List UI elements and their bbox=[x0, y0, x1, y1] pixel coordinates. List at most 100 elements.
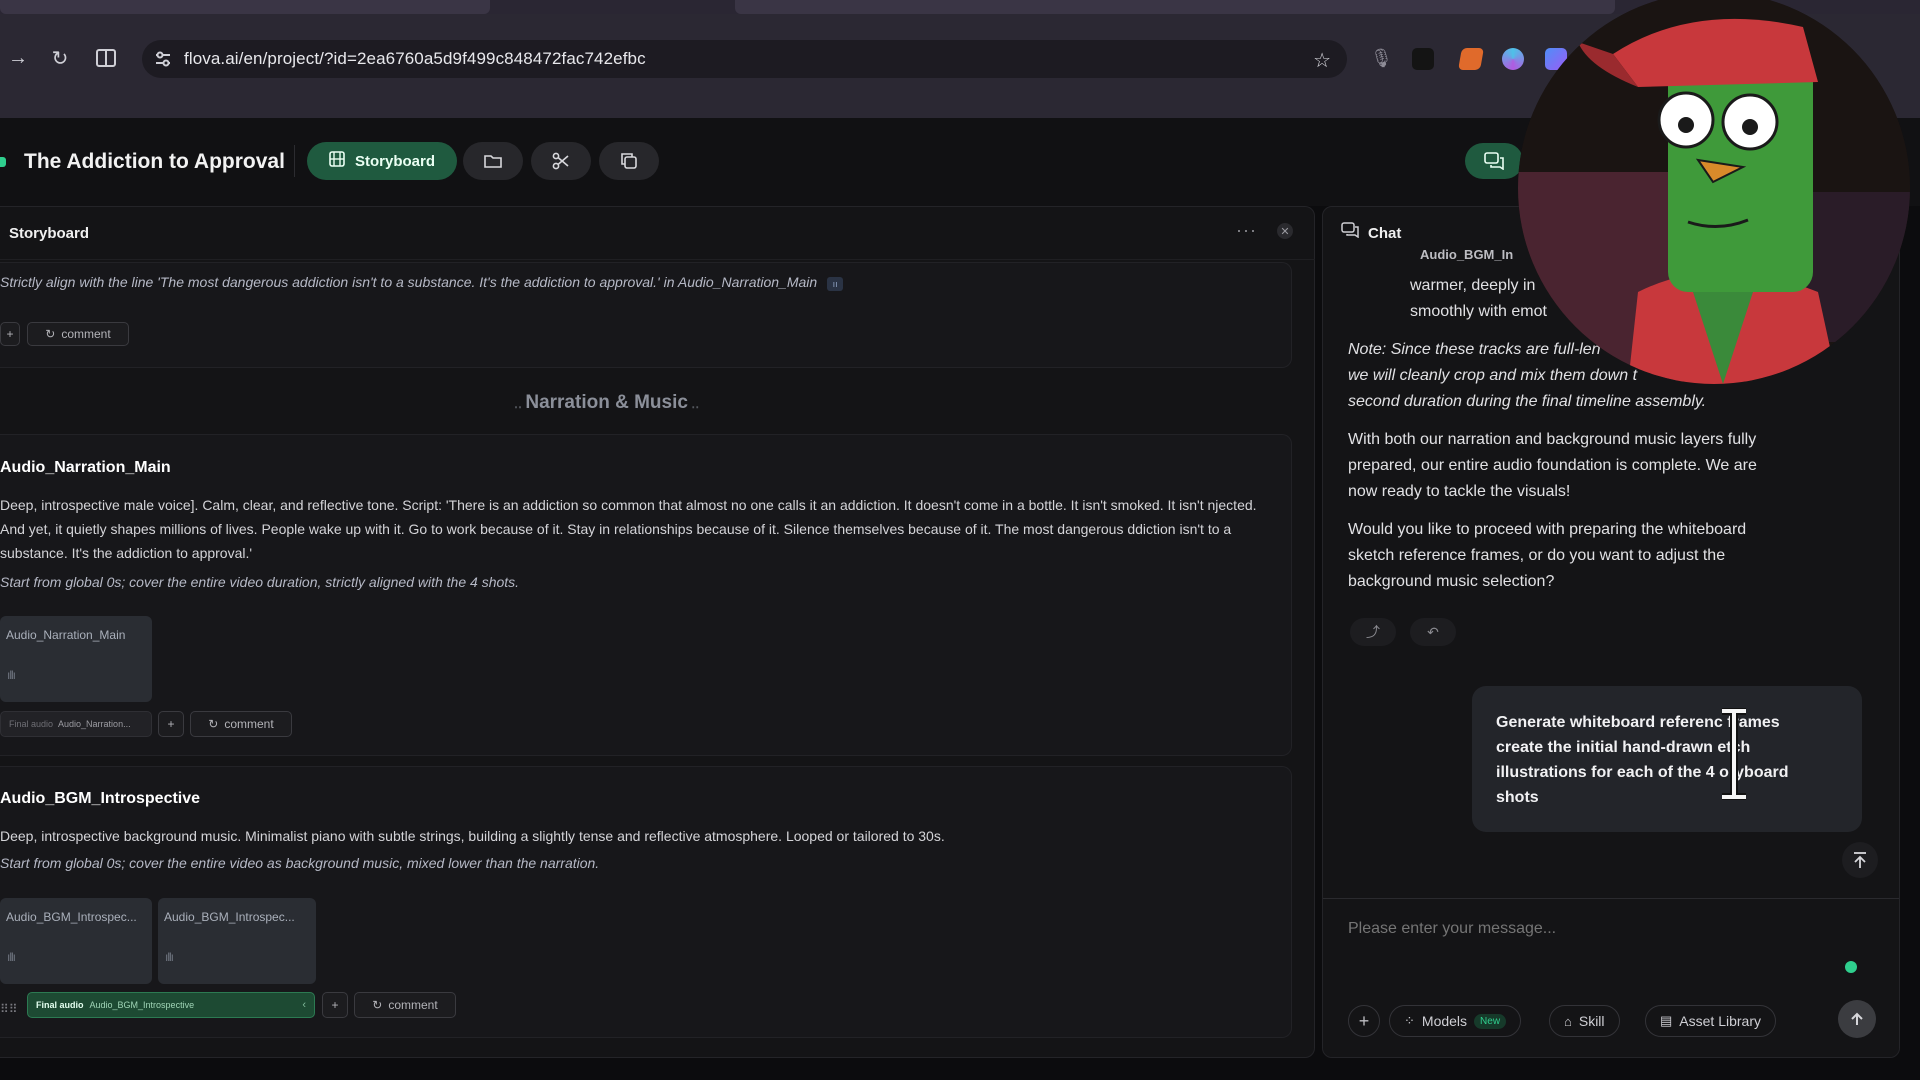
comment-icon: ↻ bbox=[45, 327, 56, 341]
asset-library-button[interactable]: ▤ Asset Library bbox=[1645, 1005, 1776, 1037]
chat-message-line: smoothly with emot bbox=[1410, 303, 1547, 320]
library-icon: ▤ bbox=[1660, 1013, 1673, 1028]
assets-folder-button[interactable] bbox=[463, 142, 523, 180]
attach-button[interactable]: + bbox=[1348, 1005, 1380, 1037]
skill-button[interactable]: ⌂ Skill bbox=[1549, 1005, 1620, 1037]
bookmark-star-icon[interactable]: ☆ bbox=[1313, 48, 1331, 73]
storyboard-tab-label: Storyboard bbox=[354, 152, 435, 170]
chat-toggle-button[interactable] bbox=[1465, 143, 1523, 179]
comment-icon: ↻ bbox=[208, 717, 219, 731]
chat-message-fragment: Audio_BGM_In bbox=[1420, 247, 1514, 262]
audio-wave-icon: ıllı bbox=[7, 950, 16, 964]
chat-message-line: sketch reference frames, or do you want … bbox=[1348, 547, 1726, 564]
audio-clip-thumbnail[interactable]: Audio_Narration_Main ıllı bbox=[0, 616, 152, 702]
scissors-icon bbox=[552, 152, 569, 170]
chat-message-input[interactable] bbox=[1348, 920, 1848, 938]
address-bar[interactable]: flova.ai/en/project/?id=2ea6760a5d9f499c… bbox=[142, 40, 1347, 78]
chat-note-line: second duration during the final timelin… bbox=[1348, 393, 1707, 410]
undo-icon: ↶ bbox=[1427, 623, 1439, 640]
share-icon: ⤴ bbox=[1366, 624, 1380, 640]
project-title[interactable]: The Addiction to Approval bbox=[24, 150, 285, 174]
chat-note-line: Note: Since these tracks are full-len bbox=[1348, 341, 1601, 358]
arrow-up-icon bbox=[1851, 1012, 1863, 1025]
duplicate-button[interactable] bbox=[599, 142, 659, 180]
url-text[interactable]: flova.ai/en/project/?id=2ea6760a5d9f499c… bbox=[184, 49, 646, 69]
text-cursor-icon bbox=[1716, 707, 1752, 801]
more-options-icon[interactable]: ··· bbox=[1236, 220, 1257, 241]
storyboard-panel-title: Storyboard bbox=[9, 225, 90, 242]
final-audio-tag[interactable]: Final audio Audio_BGM_Introspective ‹ bbox=[27, 992, 315, 1018]
storyboard-tab-button[interactable]: Storyboard bbox=[307, 142, 457, 180]
shot-audio-note: Strictly align with the line 'The most d… bbox=[0, 274, 1290, 291]
comment-button[interactable]: ↻ comment bbox=[27, 322, 129, 346]
microphone-icon[interactable]: 🎙 bbox=[1370, 48, 1393, 70]
audio-track-note: Start from global 0s; cover the entire v… bbox=[0, 855, 600, 871]
storyboard-panel-header bbox=[0, 206, 1315, 260]
audio-clip-thumbnail[interactable]: Audio_BGM_Introspec... ıllı bbox=[158, 898, 316, 984]
audio-track-note: Start from global 0s; cover the entire v… bbox=[0, 574, 520, 590]
comment-button[interactable]: ↻ comment bbox=[354, 992, 456, 1018]
grid-icon: ⁘ bbox=[1404, 1013, 1415, 1028]
comment-icon: ↻ bbox=[372, 998, 383, 1012]
audio-wave-icon: ıllı bbox=[165, 950, 174, 964]
extension-icon[interactable] bbox=[1412, 48, 1434, 70]
drag-handle-icon[interactable]: ⠿⠿ bbox=[0, 996, 22, 1022]
logo-icon[interactable] bbox=[0, 157, 6, 167]
add-button[interactable]: + bbox=[158, 711, 184, 737]
chat-message-line: now ready to tackle the visuals! bbox=[1348, 483, 1571, 500]
audio-track-description: Deep, introspective background music. Mi… bbox=[0, 828, 945, 844]
site-settings-icon[interactable] bbox=[154, 51, 172, 72]
extension-icon[interactable] bbox=[1502, 48, 1524, 70]
chat-message-line: prepared, our entire audio foundation is… bbox=[1348, 457, 1757, 474]
audio-track-name: Audio_BGM_Introspective bbox=[0, 790, 201, 807]
scroll-to-top-button[interactable] bbox=[1842, 842, 1878, 878]
browser-tab[interactable] bbox=[0, 0, 490, 14]
chat-message-line: warmer, deeply in bbox=[1410, 277, 1536, 294]
cartoon-avatar-icon bbox=[1518, 0, 1910, 384]
send-button[interactable] bbox=[1838, 1000, 1876, 1038]
reload-icon[interactable]: ↻ bbox=[46, 44, 74, 72]
chat-note-line: we will cleanly crop and mix them down t bbox=[1348, 367, 1638, 384]
comment-button[interactable]: ↻ comment bbox=[190, 711, 292, 737]
undo-button[interactable]: ↶ bbox=[1410, 618, 1456, 646]
chat-icon bbox=[1341, 222, 1359, 243]
webcam-overlay bbox=[1518, 0, 1910, 384]
film-icon bbox=[329, 151, 345, 171]
audio-clip-thumbnail[interactable]: Audio_BGM_Introspec... ıllı bbox=[0, 898, 152, 984]
audio-card-narration bbox=[0, 434, 1292, 756]
editor-button[interactable] bbox=[531, 142, 591, 180]
chat-message-line: With both our narration and background m… bbox=[1348, 431, 1757, 448]
audio-track-name: Audio_Narration_Main bbox=[0, 459, 171, 476]
models-button[interactable]: ⁘ Models New bbox=[1389, 1005, 1522, 1037]
arrow-up-to-line-icon bbox=[1854, 852, 1866, 868]
audio-track-description: Deep, introspective male voice]. Calm, c… bbox=[0, 497, 1257, 561]
chevron-left-icon[interactable]: ‹ bbox=[302, 999, 306, 1011]
share-button[interactable]: ⤴ bbox=[1350, 618, 1396, 646]
status-indicator bbox=[1845, 961, 1857, 973]
chat-message-line: Would you like to proceed with preparing… bbox=[1348, 521, 1747, 538]
final-audio-tag[interactable]: Final audio Audio_Narration... bbox=[0, 711, 152, 737]
chat-panel-title: Chat bbox=[1368, 225, 1402, 242]
add-button[interactable]: + bbox=[322, 992, 348, 1018]
section-title: ‥ Narration & Music ‥ bbox=[514, 392, 700, 413]
close-icon[interactable]: ✕ bbox=[1277, 223, 1293, 239]
chat-message-line: background music selection? bbox=[1348, 573, 1555, 590]
extension-icon[interactable] bbox=[1458, 48, 1484, 70]
audio-clip-label: Audio_BGM_Introspec... bbox=[6, 910, 137, 924]
user-message-text: Generate whiteboard referenc frames crea… bbox=[1496, 714, 1789, 806]
forward-icon[interactable]: → bbox=[4, 44, 32, 72]
copy-icon bbox=[621, 153, 637, 169]
audio-clip-label: Audio_BGM_Introspec... bbox=[164, 910, 295, 924]
audio-wave-icon: ıllı bbox=[7, 668, 16, 682]
audio-wave-icon: ıı bbox=[827, 277, 844, 291]
folder-icon bbox=[484, 155, 502, 168]
header-divider bbox=[294, 145, 295, 177]
browser-tab[interactable] bbox=[735, 0, 1615, 14]
new-badge: New bbox=[1474, 1013, 1507, 1029]
split-view-icon[interactable] bbox=[92, 44, 120, 72]
plus-icon: + bbox=[1358, 1010, 1370, 1031]
chat-bubble-icon bbox=[1484, 152, 1504, 170]
audio-clip-label: Audio_Narration_Main bbox=[6, 628, 126, 642]
add-button[interactable]: + bbox=[0, 322, 20, 346]
skill-icon: ⌂ bbox=[1564, 1013, 1572, 1029]
